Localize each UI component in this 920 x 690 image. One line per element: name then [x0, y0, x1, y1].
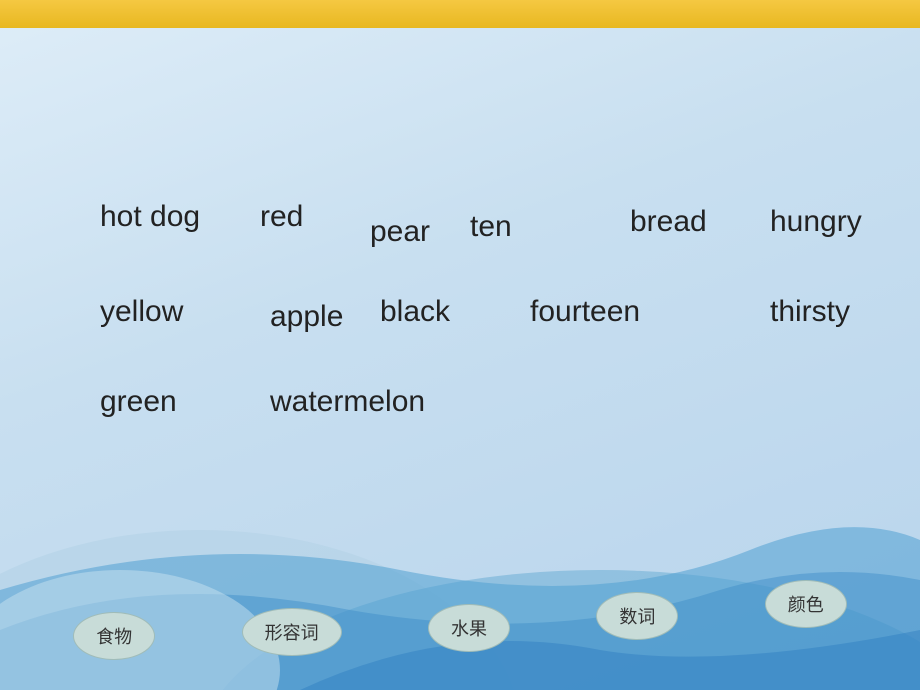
label-pill-color[interactable]: 颜色 [765, 580, 847, 628]
word-hot-dog: hot dog [100, 200, 200, 234]
word-thirsty: thirsty [770, 295, 850, 329]
labels-area: 食物 形容词 水果 数词 颜色 [0, 580, 920, 670]
word-pear: pear [370, 215, 430, 249]
word-bread: bread [630, 205, 707, 239]
label-wrapper-fruit: 水果 [428, 604, 510, 670]
label-pill-fruit[interactable]: 水果 [428, 604, 510, 652]
label-pill-food[interactable]: 食物 [73, 612, 155, 660]
label-wrapper-adjective: 形容词 [242, 608, 342, 670]
word-yellow: yellow [100, 295, 183, 329]
title-bar [0, 0, 920, 28]
words-area: hot dog red pear ten bread hungry yellow apple b… [40, 90, 880, 480]
word-hungry: hungry [770, 205, 862, 239]
word-black: black [380, 295, 450, 329]
label-pill-adjective[interactable]: 形容词 [242, 608, 342, 656]
word-green: green [100, 385, 177, 419]
label-wrapper-food: 食物 [73, 612, 155, 670]
slide: hot dog red pear ten bread hungry yellow apple b… [0, 0, 920, 690]
label-wrapper-color: 颜色 [765, 580, 847, 670]
word-fourteen: fourteen [530, 295, 640, 329]
word-watermelon: watermelon [270, 385, 425, 419]
word-apple: apple [270, 300, 343, 334]
label-wrapper-numeral: 数词 [596, 592, 678, 670]
label-pill-numeral[interactable]: 数词 [596, 592, 678, 640]
word-ten: ten [470, 210, 512, 244]
word-red: red [260, 200, 303, 234]
